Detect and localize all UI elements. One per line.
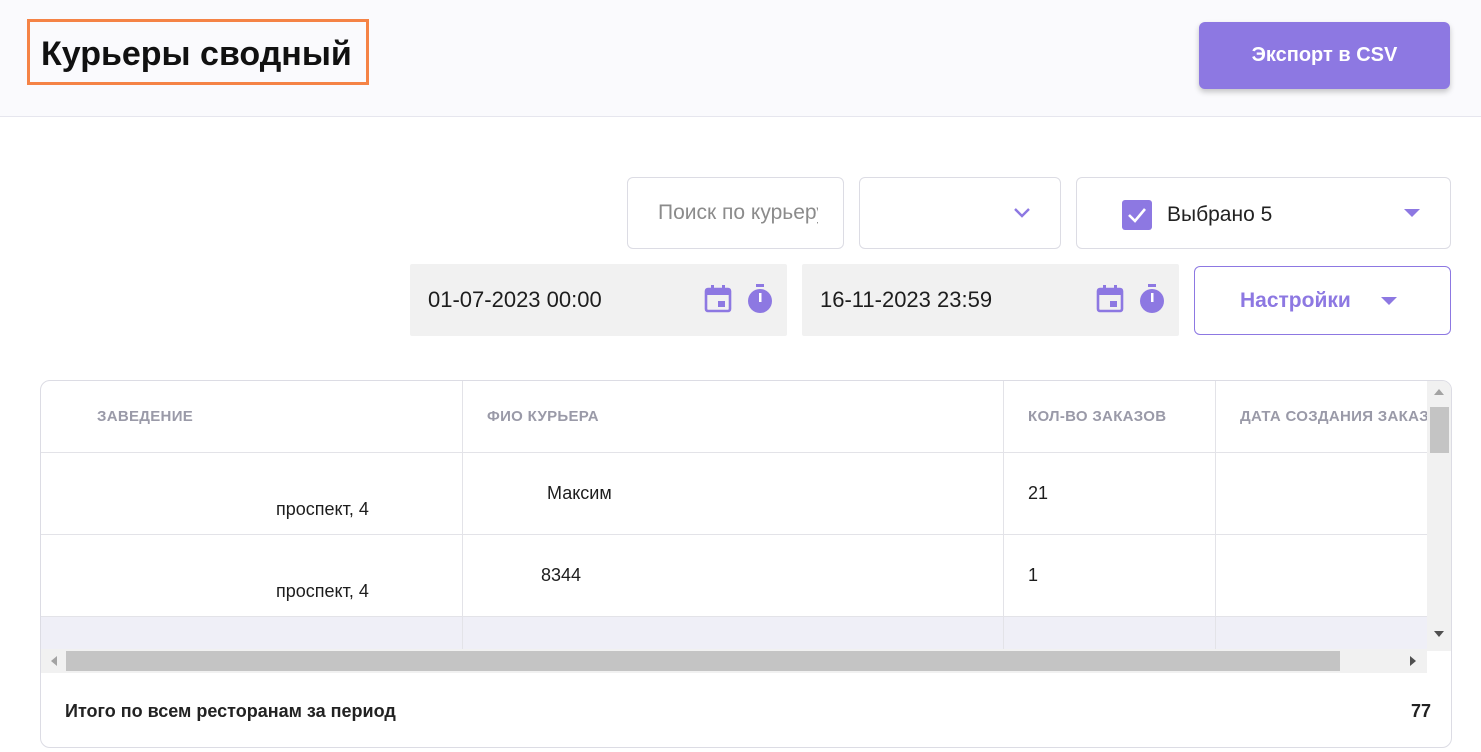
table-header: ЗАВЕДЕНИЕ ФИО КУРЬЕРА КОЛ-ВО ЗАКАЗОВ ДАТ… <box>41 381 1427 453</box>
chevron-down-icon <box>1014 208 1030 218</box>
courier-search-input[interactable] <box>658 201 818 225</box>
scroll-up-icon[interactable] <box>1434 389 1444 395</box>
date-to-field[interactable]: 16-11-2023 23:59 <box>802 264 1179 336</box>
calendar-icon[interactable] <box>1095 284 1125 314</box>
table-row[interactable]: проспект, 4 8344 1 <box>41 535 1427 617</box>
date-from-field[interactable]: 01-07-2023 00:00 <box>410 264 787 336</box>
column-header-orders[interactable]: КОЛ-ВО ЗАКАЗОВ <box>1028 381 1198 453</box>
timer-icon[interactable] <box>1137 283 1167 315</box>
page-title: Курьеры сводный <box>41 35 352 73</box>
venue-multiselect[interactable]: Выбрано 5 <box>1076 177 1451 249</box>
settings-button[interactable]: Настройки <box>1194 266 1451 335</box>
checkmark-icon <box>1128 208 1146 223</box>
scroll-left-icon[interactable] <box>51 656 57 666</box>
courier-cell: Максим <box>547 483 612 503</box>
horizontal-scrollbar[interactable] <box>41 649 1427 673</box>
calendar-icon[interactable] <box>703 284 733 314</box>
venue-cell: проспект, 4 <box>276 581 369 601</box>
export-csv-button[interactable]: Экспорт в CSV <box>1199 22 1450 89</box>
vertical-scroll-thumb[interactable] <box>1430 407 1449 453</box>
table-footer: Итого по всем ресторанам за период 77 <box>41 673 1451 747</box>
column-divider <box>1215 381 1216 649</box>
column-header-created-date[interactable]: ДАТА СОЗДАНИЯ ЗАКАЗА <box>1240 381 1427 453</box>
courier-search-field[interactable] <box>627 177 844 249</box>
page-header: Курьеры сводный Экспорт в CSV <box>0 0 1481 117</box>
filter-select[interactable] <box>859 177 1061 249</box>
column-divider <box>462 381 463 649</box>
courier-cell: 8344 <box>541 565 582 585</box>
horizontal-scroll-thumb[interactable] <box>66 651 1340 671</box>
caret-down-icon <box>1381 297 1397 305</box>
total-label: Итого по всем ресторанам за период <box>65 701 396 721</box>
table-row-total-partial[interactable] <box>41 617 1427 651</box>
settings-label: Настройки <box>1240 289 1351 312</box>
scroll-right-icon[interactable] <box>1410 656 1416 666</box>
multiselect-label: Выбрано 5 <box>1167 203 1273 226</box>
select-all-checkbox[interactable] <box>1122 200 1152 230</box>
caret-down-icon[interactable] <box>1404 209 1420 217</box>
column-header-venue[interactable]: ЗАВЕДЕНИЕ <box>97 381 457 453</box>
scroll-down-icon[interactable] <box>1434 631 1444 637</box>
orders-cell: 1 <box>1028 565 1039 585</box>
column-header-courier[interactable]: ФИО КУРЬЕРА <box>487 381 987 453</box>
orders-cell: 21 <box>1028 483 1049 503</box>
date-to-value[interactable]: 16-11-2023 23:59 <box>820 286 992 314</box>
timer-icon[interactable] <box>745 283 775 315</box>
date-from-value[interactable]: 01-07-2023 00:00 <box>428 286 602 314</box>
venue-cell: проспект, 4 <box>276 499 369 519</box>
table-row[interactable]: проспект, 4 Максим 21 <box>41 453 1427 535</box>
couriers-table: ЗАВЕДЕНИЕ ФИО КУРЬЕРА КОЛ-ВО ЗАКАЗОВ ДАТ… <box>40 380 1452 748</box>
total-value: 77 <box>1410 701 1431 721</box>
column-divider <box>1003 381 1004 649</box>
vertical-scrollbar[interactable] <box>1427 381 1451 651</box>
